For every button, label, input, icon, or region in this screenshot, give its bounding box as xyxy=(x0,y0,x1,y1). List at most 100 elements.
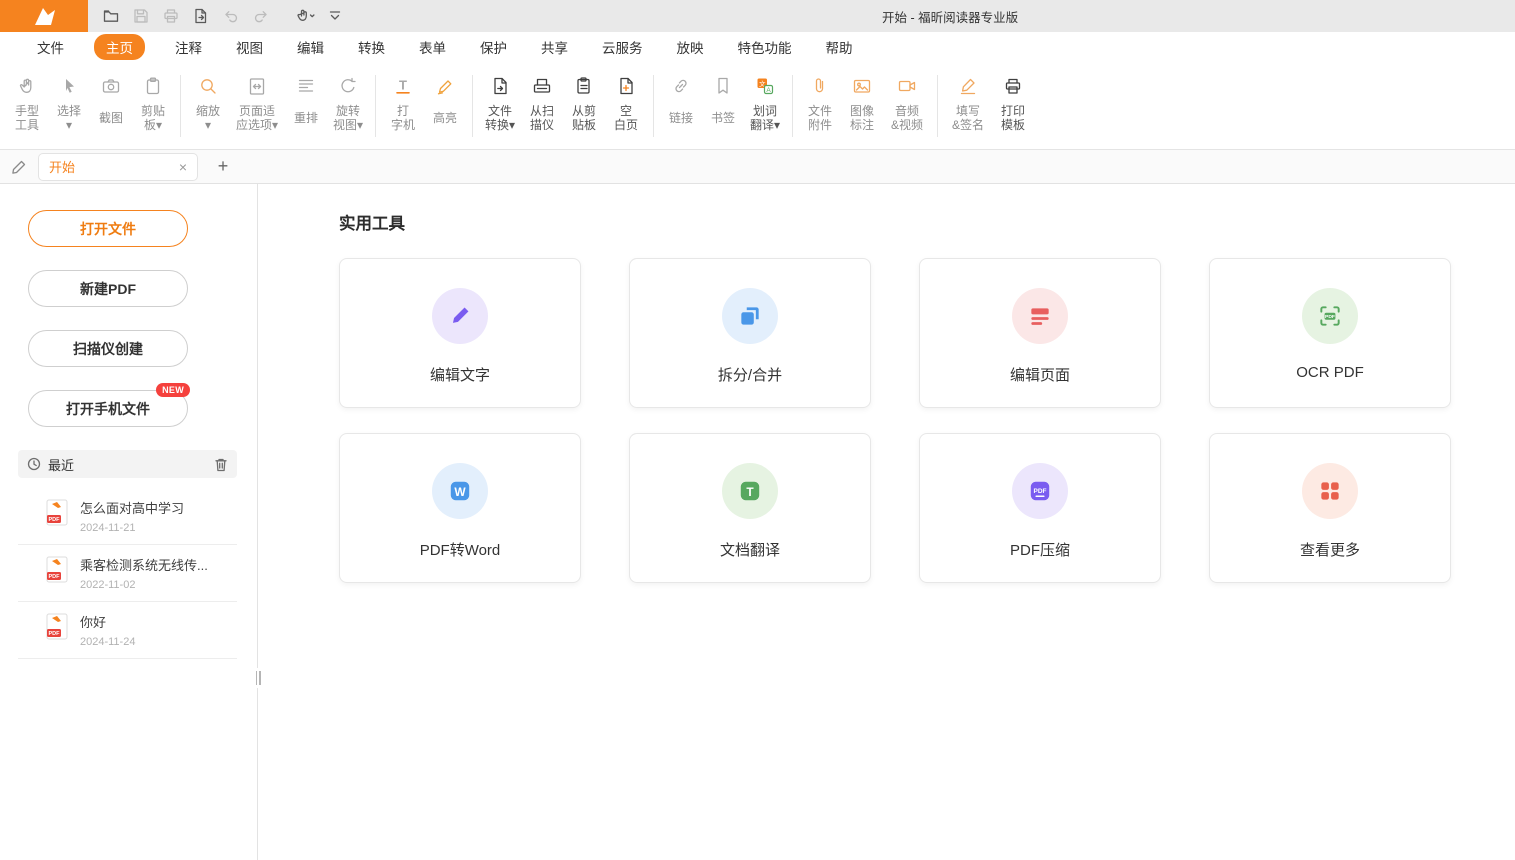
export-icon[interactable] xyxy=(188,4,214,28)
recent-file-date: 2024-11-24 xyxy=(80,636,135,648)
new-pdf-button[interactable]: 新建PDF xyxy=(28,270,188,307)
tool-card-edit-page[interactable]: 编辑页面 xyxy=(919,258,1161,408)
ribbon-hand-tool[interactable]: 手型工具 xyxy=(6,62,48,133)
ribbon-blank-page[interactable]: 空白页 xyxy=(605,62,647,133)
tool-card-view-more[interactable]: 查看更多 xyxy=(1209,433,1451,583)
ribbon-rotate-view[interactable]: 旋转视图▾ xyxy=(327,62,369,133)
pen-icon[interactable] xyxy=(10,158,28,176)
menu-tab-file[interactable]: 文件 xyxy=(20,32,81,62)
menu-tab-share[interactable]: 共享 xyxy=(524,32,585,62)
ribbon-label: 重排 xyxy=(294,111,318,125)
ribbon-label: 高亮 xyxy=(433,111,457,125)
ribbon-audio-video[interactable]: 音频&视频 xyxy=(883,62,931,133)
ribbon-file-attachment[interactable]: 文件附件 xyxy=(799,62,841,133)
menu-tab-cloud[interactable]: 云服务 xyxy=(585,32,660,62)
translate-icon: 文A xyxy=(754,75,776,97)
tool-card-pdf-compress[interactable]: PDF PDF压缩 xyxy=(919,433,1161,583)
ribbon-fit-page-options[interactable]: 页面适应选项▾ xyxy=(229,62,285,133)
ribbon-toolbar: 手型工具 选择▾ 截图 剪贴板▾ 缩放▾ 页面适应选项▾ 重排 xyxy=(0,62,1515,150)
foxit-fox-icon xyxy=(29,4,59,28)
save-icon[interactable] xyxy=(128,4,154,28)
quick-access-toolbar xyxy=(98,4,348,28)
recent-file-name: 怎么面对高中学习 xyxy=(80,498,184,517)
menu-tab-features[interactable]: 特色功能 xyxy=(721,32,809,62)
scanner-create-button[interactable]: 扫描仪创建 xyxy=(28,330,188,367)
new-tab-button[interactable]: + xyxy=(212,156,234,178)
ribbon-label: 页面适 xyxy=(239,104,275,118)
pdf-file-icon: PDF xyxy=(46,556,68,583)
tool-card-pdf-to-word[interactable]: W PDF转Word xyxy=(339,433,581,583)
menu-tab-comment[interactable]: 注释 xyxy=(158,32,219,62)
ribbon-label: ▾ xyxy=(205,118,211,132)
tool-card-ocr-pdf[interactable]: PDF OCR PDF xyxy=(1209,258,1451,408)
ribbon-separator xyxy=(937,75,938,137)
paperclip-icon xyxy=(809,75,831,97)
ribbon-link[interactable]: 链接 xyxy=(660,62,702,133)
app-logo[interactable] xyxy=(0,0,88,32)
typewriter-icon: T xyxy=(392,75,414,97)
ribbon-typewriter[interactable]: T 打字机 xyxy=(382,62,424,133)
pdf-file-icon: PDF xyxy=(46,499,68,526)
ribbon-highlight[interactable]: 高亮 xyxy=(424,62,466,133)
window-title: 开始 - 福昕阅读器专业版 xyxy=(882,0,1018,32)
recent-file-item[interactable]: PDF 怎么面对高中学习 2024-11-21 xyxy=(18,488,237,545)
ribbon-separator xyxy=(180,75,181,137)
app-window: 开始 - 福昕阅读器专业版 文件 主页 注释 视图 编辑 转换 表单 保护 共享… xyxy=(0,0,1515,860)
menu-tab-present[interactable]: 放映 xyxy=(660,32,721,62)
rotate-view-icon xyxy=(337,75,359,97)
print-icon[interactable] xyxy=(158,4,184,28)
menu-tab-help[interactable]: 帮助 xyxy=(809,32,870,62)
doc-translate-icon: T xyxy=(722,463,778,519)
ribbon-label: ▾ xyxy=(66,118,72,132)
redo-icon[interactable] xyxy=(248,4,274,28)
undo-icon[interactable] xyxy=(218,4,244,28)
menu-tab-convert[interactable]: 转换 xyxy=(341,32,402,62)
open-file-icon[interactable] xyxy=(98,4,124,28)
customize-toolbar-icon[interactable] xyxy=(322,4,348,28)
ribbon-select-tool[interactable]: 选择▾ xyxy=(48,62,90,133)
ribbon-word-translate[interactable]: 文A 划词翻译▾ xyxy=(744,62,786,133)
menu-tab-form[interactable]: 表单 xyxy=(402,32,463,62)
clear-recent-trash-icon[interactable] xyxy=(214,457,228,472)
ribbon-image-annotation[interactable]: 图像标注 xyxy=(841,62,883,133)
ribbon-bookmark[interactable]: 书签 xyxy=(702,62,744,133)
tab-close-icon[interactable]: × xyxy=(179,160,187,174)
ribbon-label: 从剪 xyxy=(572,104,596,118)
menu-tab-view[interactable]: 视图 xyxy=(219,32,280,62)
fit-page-icon xyxy=(246,75,268,97)
menu-bar: 文件 主页 注释 视图 编辑 转换 表单 保护 共享 云服务 放映 特色功能 帮… xyxy=(0,32,1515,62)
tool-card-label: PDF压缩 xyxy=(1010,539,1070,560)
ribbon-snapshot[interactable]: 截图 xyxy=(90,62,132,133)
ribbon-from-scanner[interactable]: 从扫描仪 xyxy=(521,62,563,133)
ribbon-fill-sign[interactable]: 填写&签名 xyxy=(944,62,992,133)
open-file-button[interactable]: 打开文件 xyxy=(28,210,188,247)
recent-file-item[interactable]: PDF 你好 2024-11-24 xyxy=(18,602,237,659)
tools-grid: 编辑文字 拆分/合并 编辑页面 PDF xyxy=(339,258,1515,583)
tab-start-page[interactable]: 开始 × xyxy=(38,153,198,181)
ribbon-label: 描仪 xyxy=(530,118,554,132)
ribbon-separator xyxy=(792,75,793,137)
svg-text:T: T xyxy=(399,78,407,93)
tool-card-doc-translate[interactable]: T 文档翻译 xyxy=(629,433,871,583)
menu-tab-protect[interactable]: 保护 xyxy=(463,32,524,62)
link-icon xyxy=(670,75,692,97)
ribbon-label: 白页 xyxy=(614,118,638,132)
ribbon-clipboard[interactable]: 剪贴板▾ xyxy=(132,62,174,133)
tool-card-edit-text[interactable]: 编辑文字 xyxy=(339,258,581,408)
recent-file-item[interactable]: PDF 乘客检测系统无线传... 2022-11-02 xyxy=(18,545,237,602)
sidebar-resize-handle[interactable] xyxy=(253,668,263,688)
ribbon-print-template[interactable]: 打印模板 xyxy=(992,62,1034,133)
menu-tab-edit[interactable]: 编辑 xyxy=(280,32,341,62)
ribbon-reflow[interactable]: 重排 xyxy=(285,62,327,133)
ribbon-file-convert[interactable]: 文件转换▾ xyxy=(479,62,521,133)
ribbon-label: 文件 xyxy=(808,104,832,118)
tool-card-split-merge[interactable]: 拆分/合并 xyxy=(629,258,871,408)
menu-tab-home[interactable]: 主页 xyxy=(94,32,145,62)
ribbon-label: 空 xyxy=(620,104,632,118)
ribbon-label: 贴板 xyxy=(572,118,596,132)
ribbon-from-clipboard[interactable]: 从剪贴板 xyxy=(563,62,605,133)
ribbon-zoom[interactable]: 缩放▾ xyxy=(187,62,229,133)
touch-mode-dropdown-icon[interactable] xyxy=(292,4,318,28)
ribbon-label: 打 xyxy=(397,104,409,118)
file-convert-icon xyxy=(489,75,511,97)
